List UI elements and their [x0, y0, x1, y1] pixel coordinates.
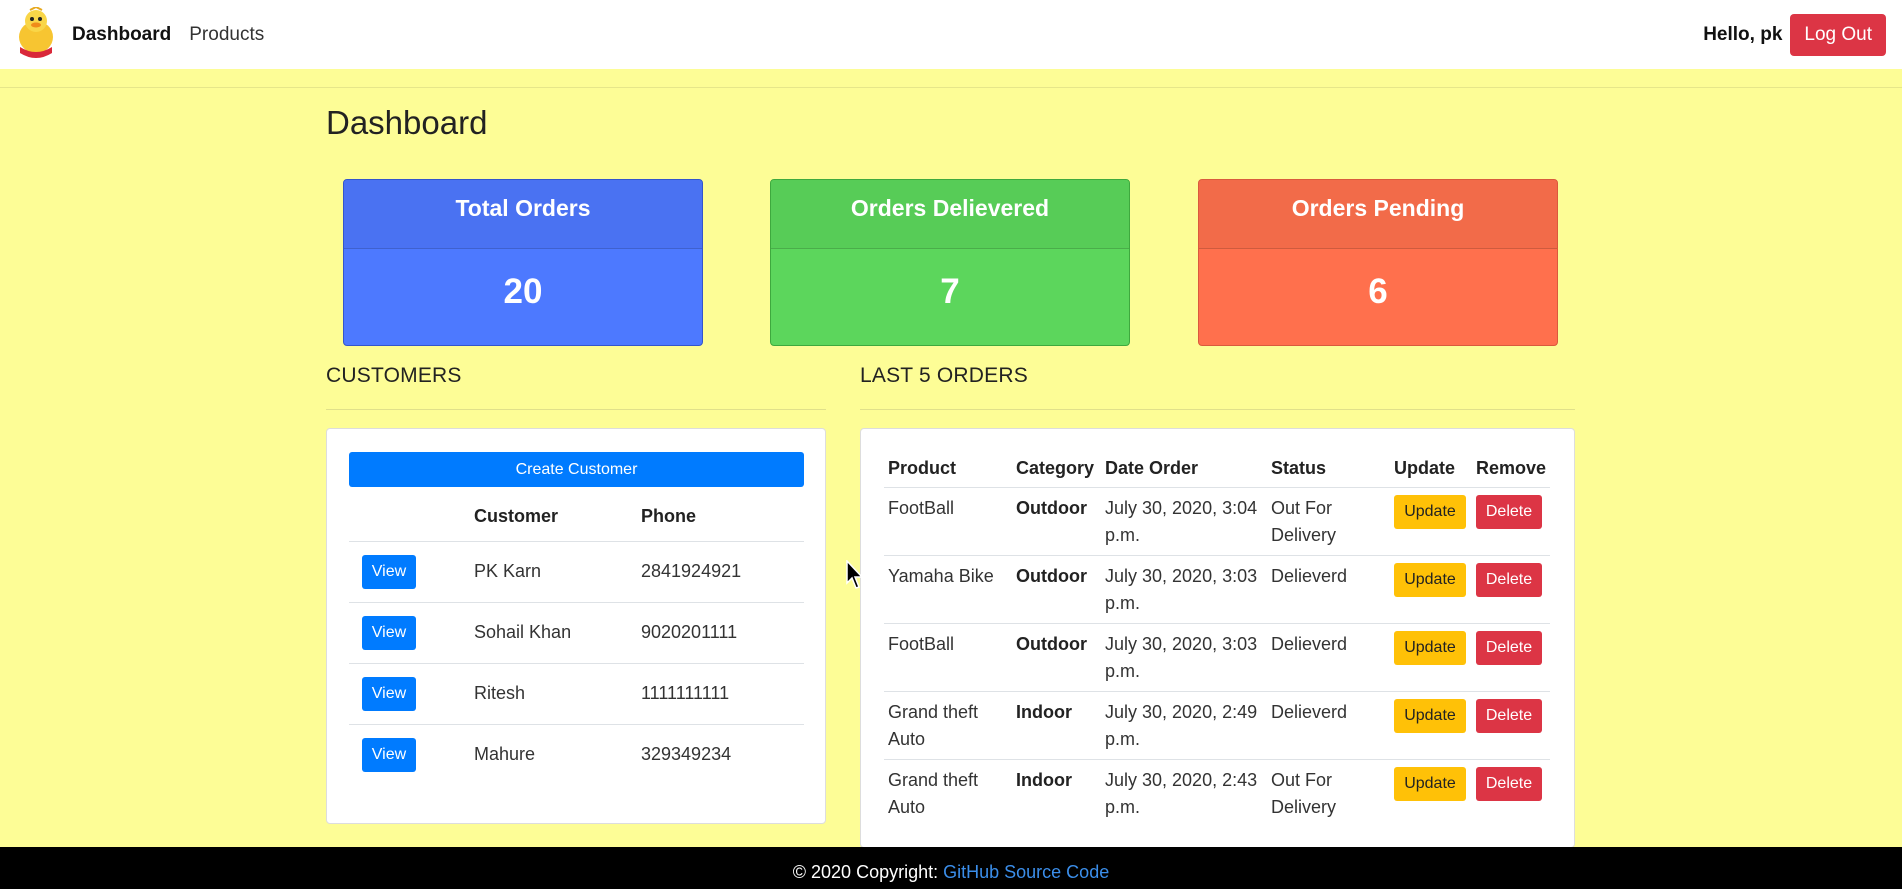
update-order-button[interactable]: Update [1394, 494, 1466, 529]
table-row: View Sohail Khan 9020201111 [349, 601, 804, 663]
column-header: Status [1271, 458, 1327, 479]
stat-label: Orders Delievered [771, 180, 1129, 249]
table-row: Grand theft Auto Indoor July 30, 2020, 2… [884, 758, 1550, 827]
page-title: Dashboard [326, 104, 488, 141]
order-product: Grand theft Auto [884, 758, 1012, 827]
customers-divider [326, 409, 826, 410]
order-status: Out For Delivery [1267, 486, 1390, 555]
customers-heading: CUSTOMERS [326, 364, 462, 387]
customer-phone: 2841924921 [641, 540, 804, 602]
orders-delivered-card: Orders Delievered 7 [770, 179, 1130, 346]
create-customer-button[interactable]: Create Customer [349, 452, 804, 487]
customers-panel: Create Customer Customer Phone View PK K… [326, 428, 826, 824]
column-header: Remove [1476, 458, 1547, 479]
stat-label: Orders Pending [1199, 180, 1557, 249]
mouse-pointer-icon [846, 559, 866, 595]
customer-phone: 1111111111 [641, 662, 804, 724]
order-date: July 30, 2020, 3:04 p.m. [1101, 486, 1267, 555]
stat-label: Total Orders [344, 180, 702, 249]
update-order-button[interactable]: Update [1394, 562, 1466, 597]
table-row: FootBall Outdoor July 30, 2020, 3:04 p.m… [884, 486, 1550, 555]
order-product: FootBall [884, 486, 1012, 555]
table-row: View Ritesh 1111111111 [349, 662, 804, 724]
order-date: July 30, 2020, 2:49 p.m. [1101, 690, 1267, 759]
orders-pending-card: Orders Pending 6 [1198, 179, 1558, 346]
table-row: View PK Karn 2841924921 [349, 540, 804, 602]
navbar: Dashboard Products Hello, pk Log Out [0, 0, 1902, 69]
update-order-button[interactable]: Update [1394, 630, 1466, 665]
customer-name: Mahure [474, 723, 641, 785]
footer: © 2020 Copyright: GitHub Source Code [0, 847, 1902, 889]
total-orders-card: Total Orders 20 [343, 179, 703, 346]
orders-heading: LAST 5 ORDERS [860, 364, 1028, 387]
update-order-button[interactable]: Update [1394, 766, 1466, 801]
order-date: July 30, 2020, 2:43 p.m. [1101, 758, 1267, 827]
view-customer-button[interactable]: View [362, 676, 416, 711]
customer-phone: 329349234 [641, 723, 804, 785]
customers-table: Customer Phone View PK Karn 2841924921 V… [349, 493, 804, 785]
customer-name: Sohail Khan [474, 601, 641, 663]
order-category: Indoor [1012, 758, 1101, 827]
order-status: Delieverd [1267, 622, 1390, 691]
navbar-divider [0, 87, 1902, 88]
column-header: Date Order [1105, 458, 1199, 479]
customer-phone: 9020201111 [641, 601, 804, 663]
delete-order-button[interactable]: Delete [1476, 494, 1542, 529]
orders-divider [860, 409, 1575, 410]
table-row: FootBall Outdoor July 30, 2020, 3:03 p.m… [884, 622, 1550, 691]
user-greeting: Hello, pk [1703, 23, 1783, 45]
order-date: July 30, 2020, 3:03 p.m. [1101, 554, 1267, 623]
order-product: Grand theft Auto [884, 690, 1012, 759]
column-header: Update [1394, 458, 1456, 479]
order-date: July 30, 2020, 3:03 p.m. [1101, 622, 1267, 691]
table-header-row: Product Category Date Order Status Updat… [884, 451, 1550, 487]
column-header [349, 493, 474, 541]
update-order-button[interactable]: Update [1394, 698, 1466, 733]
nav-products-link[interactable]: Products [189, 24, 264, 46]
order-category: Indoor [1012, 690, 1101, 759]
github-source-link[interactable]: GitHub Source Code [943, 862, 1109, 882]
orders-table: Product Category Date Order Status Updat… [884, 451, 1550, 827]
delete-order-button[interactable]: Delete [1476, 766, 1542, 801]
order-status: Out For Delivery [1267, 758, 1390, 827]
stat-value: 6 [1368, 272, 1388, 311]
table-row: Yamaha Bike Outdoor July 30, 2020, 3:03 … [884, 554, 1550, 623]
column-header: Customer [474, 506, 559, 527]
customer-name: Ritesh [474, 662, 641, 724]
order-category: Outdoor [1012, 486, 1101, 555]
view-customer-button[interactable]: View [362, 554, 416, 589]
stat-value: 20 [503, 272, 543, 311]
view-customer-button[interactable]: View [362, 615, 416, 650]
delete-order-button[interactable]: Delete [1476, 562, 1542, 597]
order-product: FootBall [884, 622, 1012, 691]
stat-value: 7 [940, 272, 960, 311]
table-row: View Mahure 329349234 [349, 723, 804, 785]
order-product: Yamaha Bike [884, 554, 1012, 623]
table-row: Grand theft Auto Indoor July 30, 2020, 2… [884, 690, 1550, 759]
delete-order-button[interactable]: Delete [1476, 698, 1542, 733]
copyright-text: © 2020 Copyright: [792, 862, 944, 882]
order-category: Outdoor [1012, 554, 1101, 623]
customer-name: PK Karn [474, 540, 641, 602]
column-header: Category [1016, 458, 1095, 479]
order-status: Delieverd [1267, 554, 1390, 623]
delete-order-button[interactable]: Delete [1476, 630, 1542, 665]
order-category: Outdoor [1012, 622, 1101, 691]
table-header-row: Customer Phone [349, 493, 804, 541]
column-header: Product [888, 458, 957, 479]
order-status: Delieverd [1267, 690, 1390, 759]
logout-button[interactable]: Log Out [1790, 13, 1886, 56]
orders-panel: Product Category Date Order Status Updat… [860, 428, 1575, 848]
nav-dashboard-link[interactable]: Dashboard [72, 24, 171, 46]
duck-logo-icon[interactable] [16, 5, 56, 65]
view-customer-button[interactable]: View [362, 737, 416, 772]
column-header: Phone [641, 506, 697, 527]
